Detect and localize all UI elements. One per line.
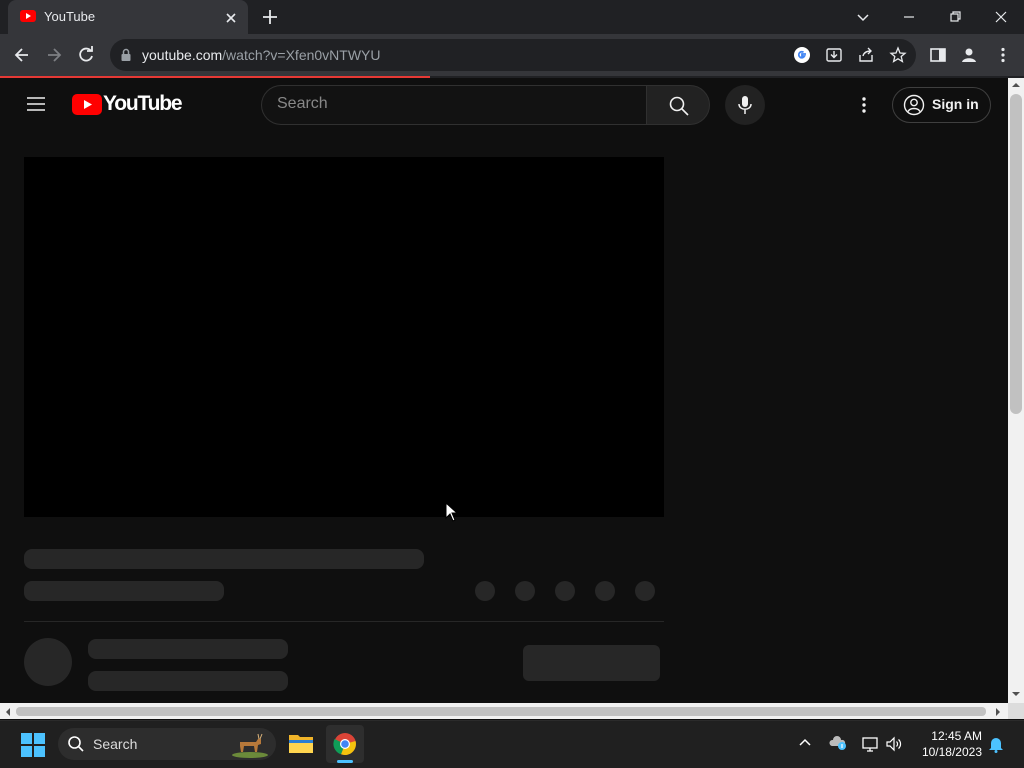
youtube-favicon-icon <box>20 10 36 22</box>
scroll-left-arrow-icon[interactable] <box>4 707 12 717</box>
youtube-logo-text[interactable]: YouTube <box>103 92 183 116</box>
bookmark-star-icon[interactable] <box>889 46 907 64</box>
close-window-icon[interactable] <box>989 5 1013 29</box>
network-icon[interactable] <box>861 735 879 753</box>
mouse-cursor-icon <box>445 502 459 522</box>
action-skeleton <box>635 581 655 601</box>
action-skeleton <box>555 581 575 601</box>
subscribe-button-skeleton <box>523 645 660 681</box>
volume-icon[interactable] <box>885 735 903 753</box>
reload-icon[interactable] <box>76 45 96 65</box>
subtitle-skeleton <box>24 581 224 601</box>
scroll-up-arrow-icon[interactable] <box>1011 81 1021 89</box>
install-app-icon[interactable] <box>825 46 843 64</box>
search-highlight-deer-icon <box>228 730 270 758</box>
back-arrow-icon[interactable] <box>12 45 32 65</box>
search-placeholder: Search <box>277 95 328 112</box>
subscriber-count-skeleton <box>88 671 288 691</box>
video-player[interactable] <box>24 157 664 517</box>
microphone-icon <box>736 94 754 116</box>
search-icon <box>668 95 690 117</box>
section-divider <box>24 621 664 622</box>
sign-in-label: Sign in <box>932 96 979 112</box>
lock-icon[interactable] <box>120 48 132 62</box>
show-hidden-icons-chevron-icon[interactable] <box>798 737 812 747</box>
voice-search-button[interactable] <box>725 85 765 125</box>
chrome-icon <box>333 732 357 756</box>
action-skeleton <box>475 581 495 601</box>
forward-arrow-icon[interactable] <box>44 45 64 65</box>
scroll-down-arrow-icon[interactable] <box>1011 690 1021 698</box>
taskbar-search-label: Search <box>93 736 138 752</box>
account-circle-icon <box>903 94 925 116</box>
search-button[interactable] <box>646 85 710 125</box>
chrome-menu-icon[interactable] <box>994 46 1012 64</box>
google-lens-icon[interactable] <box>793 46 811 64</box>
active-app-indicator <box>337 760 353 763</box>
youtube-logo-icon[interactable] <box>72 94 102 115</box>
new-tab-icon[interactable] <box>260 7 280 27</box>
tab-close-icon[interactable] <box>222 9 240 27</box>
clock-date[interactable]: 10/18/2023 <box>918 745 982 759</box>
minimize-icon[interactable] <box>897 5 921 29</box>
url-host: youtube.com <box>142 47 223 63</box>
action-skeleton <box>595 581 615 601</box>
profile-icon[interactable] <box>960 46 978 64</box>
channel-avatar-skeleton <box>24 638 72 686</box>
restore-icon[interactable] <box>943 5 967 29</box>
taskbar-search-icon <box>67 735 85 753</box>
tab-search-chevron-icon[interactable] <box>851 5 875 29</box>
settings-more-icon[interactable] <box>855 95 873 115</box>
scrollbar-corner <box>1008 703 1024 719</box>
clock-time[interactable]: 12:45 AM <box>930 729 982 743</box>
scroll-right-arrow-icon[interactable] <box>994 707 1002 717</box>
vertical-scroll-thumb[interactable] <box>1010 94 1022 414</box>
url-text[interactable]: youtube.com/watch?v=Xfen0vNTWYU <box>142 47 381 63</box>
onedrive-icon[interactable] <box>829 735 847 751</box>
side-panel-icon[interactable] <box>929 46 947 64</box>
url-path: /watch?v=Xfen0vNTWYU <box>222 47 381 63</box>
hamburger-menu-icon[interactable] <box>26 95 46 113</box>
tab-title: YouTube <box>44 9 96 24</box>
file-explorer-icon[interactable] <box>288 731 314 755</box>
windows-start-icon[interactable] <box>21 733 45 757</box>
share-icon[interactable] <box>857 46 875 64</box>
title-skeleton <box>24 549 424 569</box>
notification-bell-icon[interactable] <box>988 735 1004 753</box>
action-skeleton <box>515 581 535 601</box>
horizontal-scroll-thumb[interactable] <box>16 707 986 716</box>
channel-name-skeleton <box>88 639 288 659</box>
